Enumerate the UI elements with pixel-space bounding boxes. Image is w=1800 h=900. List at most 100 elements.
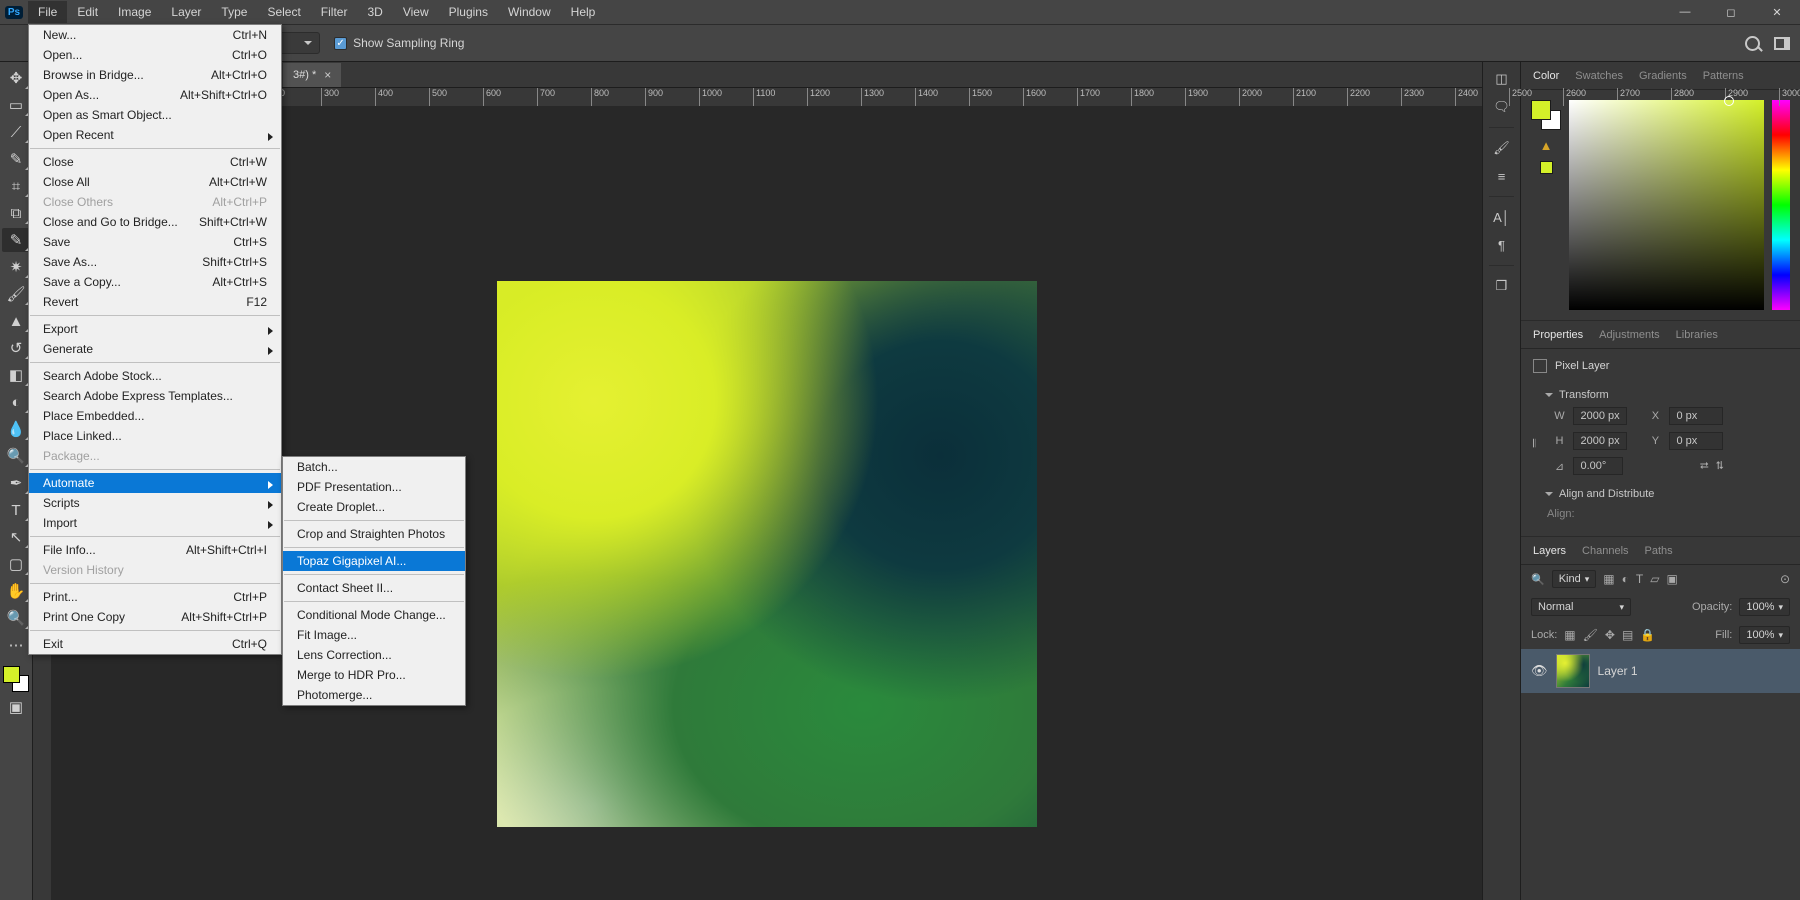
flip-vertical-icon[interactable]: ⮁ [1715, 460, 1724, 473]
visibility-icon[interactable]: 👁 [1531, 663, 1548, 679]
tab-libraries[interactable]: Libraries [1676, 329, 1718, 341]
pen-tool[interactable]: ✒ [2, 471, 30, 495]
menu-item[interactable]: Lens Correction... [283, 645, 465, 665]
menu-item[interactable]: Scripts [29, 493, 281, 513]
menu-item[interactable]: Contact Sheet II... [283, 578, 465, 598]
document-tab[interactable]: 3#) * × [283, 63, 341, 87]
workspace-switcher-icon[interactable] [1774, 37, 1790, 50]
filter-pixel-icon[interactable]: ▦ [1603, 572, 1614, 586]
prop-y[interactable]: 0 px [1669, 432, 1723, 450]
menu-item[interactable]: Browse in Bridge...Alt+Ctrl+O [29, 65, 281, 85]
panel-icon[interactable]: ◫ [1489, 68, 1515, 90]
3d-icon[interactable]: ❒ [1489, 275, 1515, 297]
menu-item[interactable]: Merge to HDR Pro... [283, 665, 465, 685]
menu-3d[interactable]: 3D [357, 1, 392, 23]
character-icon[interactable]: A│ [1489, 206, 1515, 228]
move-tool[interactable]: ✥ [2, 66, 30, 90]
layer-name[interactable]: Layer 1 [1598, 664, 1638, 678]
menu-item[interactable]: Print One CopyAlt+Shift+Ctrl+P [29, 607, 281, 627]
fill-field[interactable]: 100%▾ [1739, 626, 1790, 644]
layer-filter-kind[interactable]: Kind▾ [1552, 570, 1597, 588]
menu-item[interactable]: ExitCtrl+Q [29, 634, 281, 654]
minimize-button[interactable]: — [1662, 0, 1708, 24]
eyedropper-tool[interactable]: ✎ [2, 228, 30, 252]
lock-trans-icon[interactable]: ▦ [1564, 628, 1575, 642]
brush-tool[interactable]: 🖌 [2, 282, 30, 306]
menu-item[interactable]: Conditional Mode Change... [283, 605, 465, 625]
menu-item[interactable]: Crop and Straighten Photos [283, 524, 465, 544]
menu-item[interactable]: New...Ctrl+N [29, 25, 281, 45]
menu-select[interactable]: Select [257, 1, 310, 23]
heal-tool[interactable]: ✷ [2, 255, 30, 279]
menu-item[interactable]: Place Embedded... [29, 406, 281, 426]
tab-swatches[interactable]: Swatches [1575, 70, 1623, 82]
filter-smart-icon[interactable]: ▣ [1666, 572, 1677, 586]
type-tool[interactable]: T [2, 498, 30, 522]
gradient-tool[interactable]: ◐ [2, 390, 30, 414]
menu-item[interactable]: Export [29, 319, 281, 339]
marquee-tool[interactable]: ▭ [2, 93, 30, 117]
lasso-tool[interactable]: ⟋ [2, 120, 30, 144]
blur-tool[interactable]: 💧 [2, 417, 30, 441]
quickmask-toggle[interactable]: ▣ [2, 695, 30, 719]
lock-nest-icon[interactable]: ▤ [1622, 628, 1633, 642]
canvas[interactable] [497, 281, 1037, 827]
tab-properties[interactable]: Properties [1533, 329, 1583, 341]
hue-slider[interactable] [1772, 100, 1790, 310]
menu-image[interactable]: Image [108, 1, 161, 23]
prop-x[interactable]: 0 px [1669, 407, 1723, 425]
menu-item[interactable]: Fit Image... [283, 625, 465, 645]
flip-horizontal-icon[interactable]: ⮂ [1700, 460, 1709, 473]
menu-item[interactable]: Search Adobe Stock... [29, 366, 281, 386]
menu-item[interactable]: RevertF12 [29, 292, 281, 312]
quick-select-tool[interactable]: ✎ [2, 147, 30, 171]
menu-item[interactable]: Place Linked... [29, 426, 281, 446]
more-tools[interactable]: ⋯ [2, 633, 30, 657]
menu-edit[interactable]: Edit [67, 1, 108, 23]
zoom-tool[interactable]: 🔍 [2, 606, 30, 630]
layer-row[interactable]: 👁 Layer 1 [1521, 649, 1800, 693]
gamut-color-icon[interactable] [1540, 161, 1553, 174]
layer-thumbnail[interactable] [1556, 654, 1590, 688]
show-sampling-ring-checkbox[interactable]: ✓ [334, 37, 347, 50]
menu-window[interactable]: Window [498, 1, 561, 23]
opacity-field[interactable]: 100%▾ [1739, 598, 1790, 616]
lock-all-icon[interactable]: 🔒 [1640, 628, 1655, 642]
menu-plugins[interactable]: Plugins [439, 1, 498, 23]
menu-item[interactable]: File Info...Alt+Shift+Ctrl+I [29, 540, 281, 560]
menu-filter[interactable]: Filter [311, 1, 358, 23]
prop-height[interactable]: 2000 px [1573, 432, 1627, 450]
maximize-button[interactable]: ◻ [1708, 0, 1754, 24]
menu-item[interactable]: SaveCtrl+S [29, 232, 281, 252]
lock-paint-icon[interactable]: 🖌 [1583, 628, 1598, 642]
menu-item[interactable]: CloseCtrl+W [29, 152, 281, 172]
menu-item[interactable]: Open...Ctrl+O [29, 45, 281, 65]
prop-width[interactable]: 2000 px [1573, 407, 1627, 425]
color-field[interactable] [1569, 100, 1764, 310]
menu-item[interactable]: Generate [29, 339, 281, 359]
dodge-tool[interactable]: 🔍 [2, 444, 30, 468]
align-section[interactable]: Align and Distribute [1533, 482, 1788, 506]
path-select-tool[interactable]: ↖ [2, 525, 30, 549]
tab-gradients[interactable]: Gradients [1639, 70, 1687, 82]
menu-item[interactable]: Photomerge... [283, 685, 465, 705]
filter-shape-icon[interactable]: ▱ [1650, 572, 1659, 586]
menu-item[interactable]: Search Adobe Express Templates... [29, 386, 281, 406]
crop-tool[interactable]: ⌗ [2, 174, 30, 198]
menu-item[interactable]: Close and Go to Bridge...Shift+Ctrl+W [29, 212, 281, 232]
menu-item[interactable]: Batch... [283, 457, 465, 477]
tab-color[interactable]: Color [1533, 70, 1559, 82]
menu-type[interactable]: Type [211, 1, 257, 23]
color-swatches[interactable] [3, 666, 29, 692]
link-dims-icon[interactable]: 𝄃 [1533, 438, 1535, 451]
menu-item[interactable]: Topaz Gigapixel AI... [283, 551, 465, 571]
menu-view[interactable]: View [393, 1, 439, 23]
tab-channels[interactable]: Channels [1582, 545, 1628, 557]
menu-item[interactable]: Save a Copy...Alt+Ctrl+S [29, 272, 281, 292]
search-icon[interactable] [1745, 36, 1760, 51]
shape-tool[interactable]: ▢ [2, 552, 30, 576]
lock-pos-icon[interactable]: ✥ [1605, 628, 1615, 642]
menu-item[interactable]: Automate [29, 473, 281, 493]
tab-layers[interactable]: Layers [1533, 545, 1566, 557]
close-window-button[interactable]: ✕ [1754, 0, 1800, 24]
